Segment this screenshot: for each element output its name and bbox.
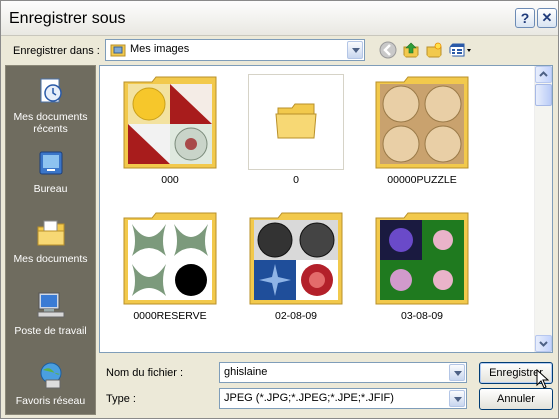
back-icon[interactable] <box>379 41 397 59</box>
folder-thumbnail-icon <box>123 212 217 305</box>
chevron-down-icon[interactable] <box>449 390 465 407</box>
filetype-value: JPEG (*.JPG;*.JPEG;*.JPE;*.JFIF) <box>224 392 394 404</box>
filename-input[interactable]: ghislaine <box>219 362 467 383</box>
chevron-down-icon <box>539 341 548 347</box>
item-name: 02-08-09 <box>274 310 318 322</box>
item-name: 0000RESERVE <box>133 310 207 322</box>
place-network[interactable]: Favoris réseau <box>6 360 95 407</box>
folder-thumbnail-icon <box>249 212 343 305</box>
scroll-thumb[interactable] <box>535 84 552 106</box>
place-my-documents[interactable]: Mes documents <box>6 218 95 265</box>
place-my-computer[interactable]: Poste de travail <box>6 290 95 337</box>
save-in-label: Enregistrer dans : <box>13 45 100 57</box>
place-desktop[interactable]: Bureau <box>6 148 95 195</box>
item-name: 03-08-09 <box>400 310 444 322</box>
file-list-view[interactable]: 000 0 00000PUZZLE 0000RESERVE 02-08-09 0… <box>99 65 553 353</box>
scroll-up-button[interactable] <box>535 66 552 83</box>
filename-label: Nom du fichier : <box>106 367 184 379</box>
desktop-icon <box>39 151 62 175</box>
filetype-label: Type : <box>106 393 136 405</box>
place-label: Mes documents <box>13 253 88 265</box>
place-label: Favoris réseau <box>15 395 86 407</box>
new-folder-icon[interactable] <box>425 41 443 59</box>
folder-thumbnail-icon <box>375 76 469 169</box>
help-button[interactable]: ? <box>515 8 535 28</box>
folder-thumbnail-icon <box>123 76 217 169</box>
view-menu-icon[interactable] <box>449 41 473 59</box>
place-label: Poste de travail <box>14 325 87 337</box>
my-documents-icon <box>37 220 64 246</box>
network-places-icon <box>40 362 61 389</box>
item-name: 000 <box>161 174 179 186</box>
save-in-value: Mes images <box>130 43 190 55</box>
filename-value: ghislaine <box>224 366 268 378</box>
save-as-dialog: Enregistrer sous ? ✕ Enregistrer dans : … <box>0 0 559 419</box>
title-bar: Enregistrer sous ? ✕ <box>1 1 558 36</box>
dialog-title: Enregistrer sous <box>9 10 126 27</box>
cursor-icon <box>536 369 550 389</box>
save-in-dropdown[interactable]: Mes images <box>105 39 365 61</box>
filetype-dropdown[interactable]: JPEG (*.JPG;*.JPEG;*.JPE;*.JFIF) <box>219 388 467 409</box>
my-computer-icon <box>37 292 64 318</box>
recent-documents-icon <box>40 78 62 103</box>
places-bar: Mes documents récents Bureau Mes documen… <box>5 65 96 415</box>
cancel-button[interactable]: Annuler <box>479 388 553 410</box>
folder-icon <box>248 74 344 170</box>
up-folder-icon[interactable] <box>402 41 420 59</box>
place-recent-documents[interactable]: Mes documents récents <box>6 76 95 135</box>
folder-thumbnail-icon <box>375 212 469 305</box>
chevron-up-icon <box>539 71 548 77</box>
chevron-down-icon[interactable] <box>347 41 363 59</box>
close-button[interactable]: ✕ <box>537 8 557 28</box>
item-name: 0 <box>293 174 299 186</box>
place-label: Mes documents récents <box>13 111 88 135</box>
item-name: 00000PUZZLE <box>387 174 457 186</box>
my-pictures-icon <box>110 44 126 57</box>
place-label: Bureau <box>33 183 68 195</box>
scroll-down-button[interactable] <box>535 335 552 352</box>
vertical-scrollbar[interactable] <box>534 66 552 352</box>
chevron-down-icon[interactable] <box>449 364 465 381</box>
